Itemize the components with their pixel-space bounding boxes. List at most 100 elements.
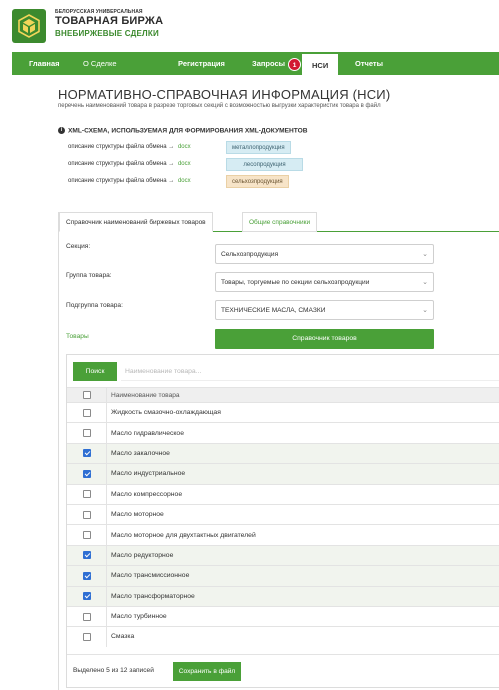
row-checkbox[interactable]: [83, 592, 91, 601]
search-input[interactable]: [121, 362, 499, 381]
section-value: Сельхозпродукция: [221, 251, 279, 258]
subgroup-label: Подгруппа товара:: [66, 302, 123, 309]
main-nav: Главная О Сделке Регистрация Запросы 1 НС…: [12, 52, 499, 75]
selection-count: Выделено 5 из 12 записей: [73, 667, 154, 674]
tag-wood-products: лесопродукция: [226, 158, 303, 171]
xml-row-text: описание структуры файла обмена →: [68, 161, 175, 167]
nav-item-registration[interactable]: Регистрация: [178, 52, 225, 75]
row-checkbox[interactable]: [83, 510, 91, 519]
brand-subtitle: ВНЕБИРЖЕВЫЕ СДЕЛКИ: [55, 29, 159, 38]
table-row[interactable]: Масло редукторное: [67, 544, 499, 566]
section-select[interactable]: Сельхозпродукция ⌄: [215, 244, 434, 264]
nav-item-reports[interactable]: Отчеты: [355, 52, 383, 75]
table-row[interactable]: Масло компрессорное: [67, 483, 499, 504]
row-checkbox[interactable]: [83, 490, 91, 499]
info-icon: i: [58, 127, 65, 134]
goods-name: Масло моторное: [111, 511, 164, 519]
goods-table: Наименование товара Жидкость смазочно-ох…: [67, 387, 499, 647]
nav-label: О Сделке: [83, 59, 117, 68]
goods-name: Масло трансформаторное: [111, 592, 195, 600]
search-button[interactable]: Поиск: [73, 362, 117, 381]
row-checkbox-cell: [67, 464, 107, 484]
tag-metal-products: металлопродукция: [226, 141, 291, 154]
xml-row-text: описание структуры файла обмена →: [68, 178, 175, 184]
xml-title-text: XML-СХЕМА, ИСПОЛЬЗУЕМАЯ ДЛЯ ФОРМИРОВАНИЯ…: [68, 127, 308, 135]
page-title: НОРМАТИВНО-СПРАВОЧНАЯ ИНФОРМАЦИЯ (НСИ): [58, 87, 391, 102]
logo-icon[interactable]: [12, 9, 46, 43]
table-row[interactable]: Масло индустриальное: [67, 463, 499, 484]
select-all-checkbox[interactable]: [83, 391, 91, 399]
row-checkbox[interactable]: [83, 408, 91, 417]
nav-item-nsi[interactable]: НСИ: [302, 52, 339, 75]
row-checkbox-cell: [67, 504, 107, 525]
row-checkbox[interactable]: [83, 469, 91, 478]
nav-label: Главная: [29, 59, 60, 68]
row-checkbox[interactable]: [83, 551, 91, 560]
docx-link[interactable]: docx: [178, 161, 191, 167]
row-checkbox-cell: [67, 545, 107, 566]
xml-row-text: описание структуры файла обмена →: [68, 144, 175, 150]
reference-panel: Справочник наименований биржевых товаров…: [58, 212, 499, 690]
goods-name: Жидкость смазочно-охлаждающая: [111, 409, 221, 417]
row-checkbox[interactable]: [83, 449, 91, 458]
chevron-down-icon: ⌄: [422, 279, 428, 286]
goods-label: Товары: [66, 333, 89, 340]
table-row[interactable]: Масло закалочное: [67, 442, 499, 464]
goods-name: Масло закалочное: [111, 449, 170, 457]
nav-label: Отчеты: [355, 59, 384, 68]
table-row[interactable]: Масло моторное для двухтактных двигателе…: [67, 524, 499, 545]
table-row[interactable]: Масло трансформаторное: [67, 585, 499, 606]
group-value: Товары, торгуемые по секции сельхозпроду…: [221, 279, 370, 286]
xml-schema-title: i XML-СХЕМА, ИСПОЛЬЗУЕМАЯ ДЛЯ ФОРМИРОВАНИ…: [58, 127, 308, 134]
goods-reference-button[interactable]: Справочник товаров: [215, 329, 434, 349]
table-row[interactable]: Жидкость смазочно-охлаждающая: [67, 402, 499, 423]
tabs-bar: Справочник наименований биржевых товаров…: [59, 212, 499, 232]
subgroup-value: ТЕХНИЧЕСКИЕ МАСЛА, СМАЗКИ: [221, 307, 326, 314]
row-checkbox-cell: [67, 606, 107, 627]
table-row[interactable]: Масло трансмиссионное: [67, 565, 499, 586]
save-to-file-button[interactable]: Сохранить в файл: [173, 662, 241, 681]
goods-name: Масло трансмиссионное: [111, 572, 190, 580]
row-checkbox-cell: [67, 423, 107, 443]
section-label: Секция:: [66, 243, 91, 250]
tab-general-reference[interactable]: Общие справочники: [242, 212, 318, 232]
row-checkbox[interactable]: [83, 429, 91, 438]
xml-row-metal: описание структуры файла обмена → docx: [68, 141, 191, 154]
table-row[interactable]: Масло гидравлическое: [67, 422, 499, 443]
row-checkbox[interactable]: [83, 632, 91, 641]
chevron-down-icon: ⌄: [422, 307, 428, 314]
header-checkbox-cell: [67, 388, 107, 402]
nav-item-requests[interactable]: Запросы 1: [252, 52, 302, 75]
row-checkbox-cell: [67, 403, 107, 423]
table-row[interactable]: Масло моторное: [67, 503, 499, 525]
row-checkbox[interactable]: [83, 571, 91, 580]
column-header-name: Наименование товара: [111, 391, 180, 399]
docx-link[interactable]: docx: [178, 178, 191, 184]
nav-item-about-deal[interactable]: О Сделке: [83, 52, 117, 75]
row-checkbox-cell: [67, 525, 107, 545]
row-checkbox[interactable]: [83, 531, 91, 540]
xml-row-wood: описание структуры файла обмена → docx: [68, 158, 191, 171]
row-checkbox-cell: [67, 484, 107, 504]
table-row[interactable]: Масло турбинное: [67, 605, 499, 627]
brand-title: ТОВАРНАЯ БИРЖА: [55, 15, 164, 27]
table-header-row: Наименование товара: [67, 387, 499, 402]
goods-table-box: Поиск Наименование товара Жидкость смазо…: [66, 354, 499, 688]
group-select[interactable]: Товары, торгуемые по секции сельхозпроду…: [215, 272, 434, 292]
docx-link[interactable]: docx: [178, 144, 191, 150]
goods-name: Смазка: [111, 633, 135, 641]
row-checkbox-cell: [67, 443, 107, 464]
subgroup-select[interactable]: ТЕХНИЧЕСКИЕ МАСЛА, СМАЗКИ ⌄: [215, 300, 434, 320]
page-subtitle: перечень наименований товара в разрезе т…: [58, 103, 381, 109]
row-checkbox-cell: [67, 566, 107, 586]
nav-label: Регистрация: [178, 59, 225, 68]
table-row[interactable]: Смазка: [67, 626, 499, 647]
goods-name: Масло компрессорное: [111, 490, 183, 498]
tab-goods-reference[interactable]: Справочник наименований биржевых товаров: [59, 212, 213, 232]
goods-name: Масло гидравлическое: [111, 429, 184, 437]
row-checkbox[interactable]: [83, 612, 91, 621]
goods-name: Масло турбинное: [111, 613, 167, 621]
nav-item-home[interactable]: Главная: [29, 52, 60, 75]
goods-name: Масло моторное для двухтактных двигателе…: [111, 531, 256, 539]
chevron-down-icon: ⌄: [422, 251, 428, 258]
